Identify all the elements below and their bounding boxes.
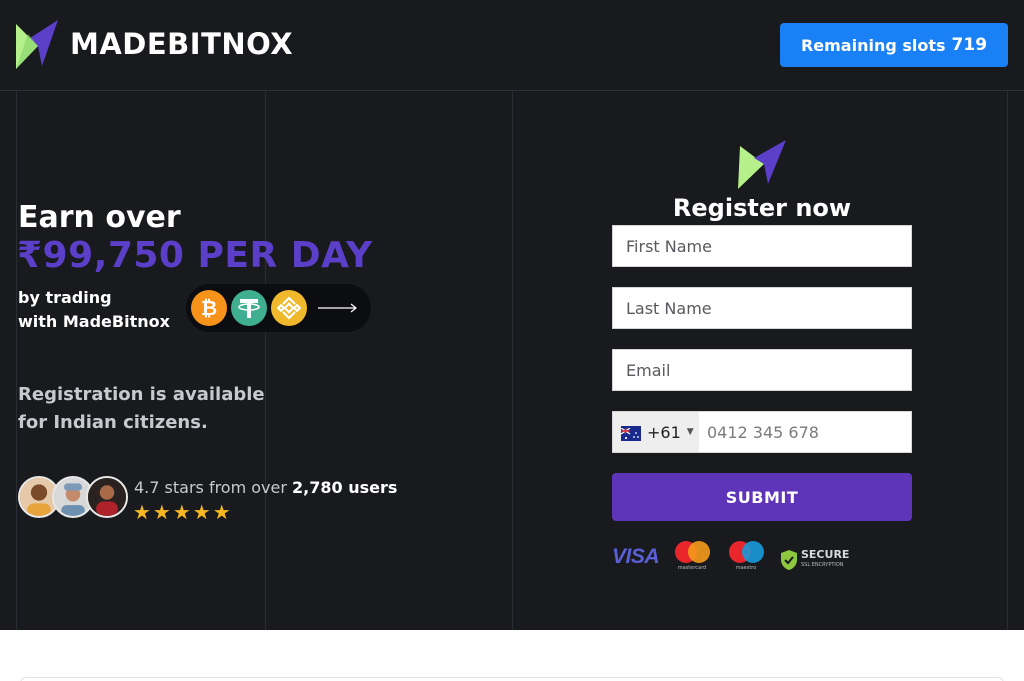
binance-icon — [271, 290, 307, 326]
phone-field: +61 ▼ 0412 345 678 — [612, 411, 912, 453]
secure-subtitle: SSL ENCRYPTION — [801, 562, 844, 568]
arrow-right-icon — [318, 303, 357, 313]
secure-text: SECURE SSL ENCRYPTION — [801, 549, 849, 570]
email-placeholder: Email — [626, 360, 671, 380]
registration-line-2: for Indian citizens. — [18, 412, 208, 433]
first-name-input[interactable]: First Name — [612, 225, 912, 267]
star-rating: ★★★★★ — [133, 500, 233, 524]
rating-label: 4.7 stars from over — [134, 478, 287, 497]
maestro-logo: maestro — [726, 540, 768, 571]
content-card — [20, 677, 1004, 681]
registration-note: Registration is available for Indian cit… — [18, 381, 265, 437]
tether-icon — [231, 290, 267, 326]
site-header: MADEBITNOX Remaining slots 719 — [0, 0, 1024, 91]
secure-badge: SECURE SSL ENCRYPTION — [780, 545, 849, 575]
avatar — [86, 476, 128, 518]
last-name-placeholder: Last Name — [626, 298, 712, 318]
trading-text: by trading with MadeBitnox — [18, 286, 170, 334]
phone-input[interactable]: 0412 345 678 — [699, 423, 819, 442]
trading-line-2: with MadeBitnox — [18, 312, 170, 331]
grid-line — [1007, 91, 1008, 630]
logo-icon — [16, 20, 58, 69]
grid-line — [265, 91, 266, 630]
last-name-input[interactable]: Last Name — [612, 287, 912, 329]
maestro-label: maestro — [735, 565, 757, 571]
slots-label: Remaining slots — [800, 35, 946, 55]
shield-check-icon — [781, 550, 797, 570]
grid-line — [512, 91, 513, 630]
submit-button[interactable]: SUBMIT — [612, 473, 912, 521]
visa-logo: VISA — [612, 545, 660, 568]
hero-amount: ₹99,750 PER DAY — [17, 235, 373, 276]
registration-line-1: Registration is available — [18, 384, 265, 405]
coins-pill: ₿ — [186, 284, 371, 332]
email-input[interactable]: Email — [612, 349, 912, 391]
logo-icon — [738, 140, 786, 189]
rating-users: 2,780 users — [292, 478, 398, 497]
country-code: +61 — [647, 422, 681, 442]
slots-count: 719 — [951, 35, 988, 55]
hero-heading: Earn over — [18, 200, 181, 235]
chevron-down-icon: ▼ — [686, 427, 694, 437]
svg-text:₿: ₿ — [201, 296, 217, 320]
bitcoin-icon: ₿ — [191, 290, 227, 326]
grid-line — [16, 91, 17, 630]
form-title: Register now — [672, 194, 852, 222]
remaining-slots-button[interactable]: Remaining slots 719 — [780, 23, 1008, 67]
user-avatars — [18, 476, 128, 520]
australia-flag-icon — [620, 425, 641, 441]
brand-name: MADEBITNOX — [70, 27, 294, 61]
first-name-placeholder: First Name — [626, 236, 712, 256]
mastercard-logo: mastercard — [672, 540, 714, 571]
rating-text: 4.7 stars from over 2,780 users — [134, 478, 397, 497]
mastercard-label: mastercard — [677, 565, 707, 571]
trading-line-1: by trading — [18, 288, 112, 307]
country-code-select[interactable]: +61 ▼ — [613, 412, 699, 452]
